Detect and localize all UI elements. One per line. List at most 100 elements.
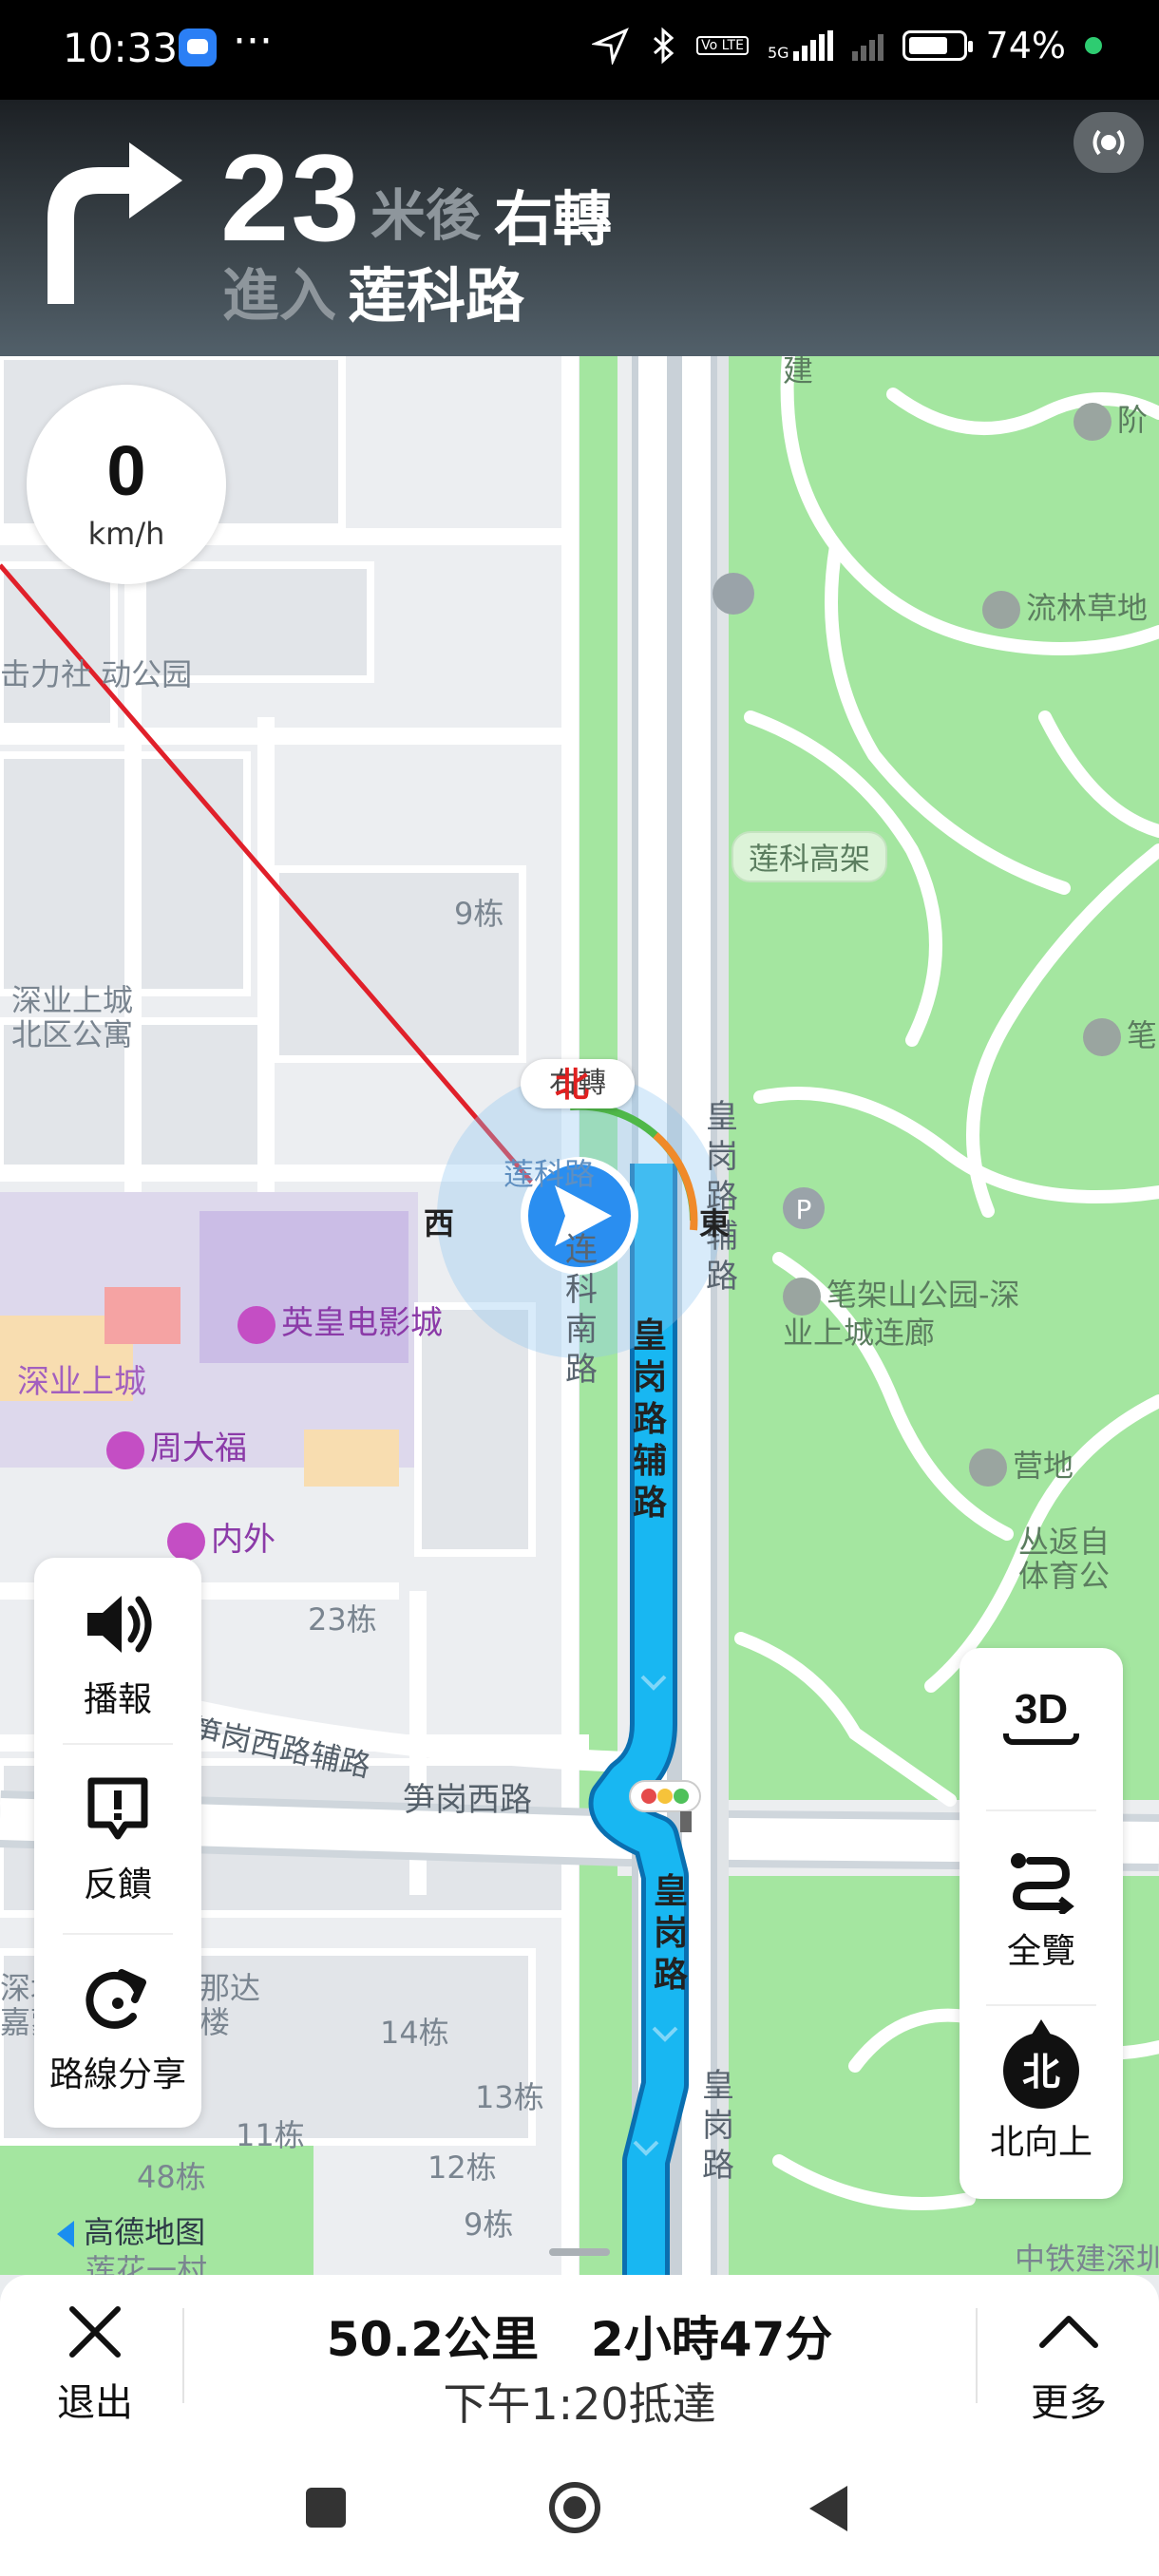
- message-app-icon: [179, 28, 217, 66]
- back-button[interactable]: [809, 2486, 847, 2531]
- share-route-icon: [86, 1969, 146, 2029]
- map-label-building-9b: 9栋: [464, 2207, 514, 2243]
- speedometer: 0 km/h: [27, 385, 226, 584]
- map-label-sports-park: 击力社 动公园: [0, 656, 193, 692]
- right-tool-panel: 3D 全覽 北 北向上: [960, 1648, 1123, 2199]
- signal-5g-icon: 5G: [768, 30, 833, 61]
- map-label-building-12: 12栋: [428, 2150, 497, 2186]
- map-label-building-9: 9栋: [454, 896, 504, 932]
- map-label-building-14: 14栋: [380, 2015, 449, 2051]
- status-bar: 10:33 ··· Vo LTE 5G 74%: [0, 0, 1159, 100]
- navigation-header: 23 米後 右轉 進入 莲科路: [0, 100, 1159, 356]
- shopping-bag-icon: [167, 1522, 205, 1561]
- compass-north-icon: 北: [1003, 2019, 1079, 2109]
- map-label-huanggang-fu: 皇岗路辅路: [632, 1316, 667, 1523]
- status-icons: Vo LTE 5G 74%: [592, 25, 1102, 66]
- turn-action: 右轉: [494, 184, 613, 254]
- share-route-button[interactable]: 路線分享: [34, 1961, 201, 2096]
- speed-unit: km/h: [87, 516, 165, 552]
- clock: 10:33: [63, 25, 179, 71]
- svg-text:P: P: [796, 1194, 812, 1225]
- map-label-nada: 那达 楼: [200, 1970, 261, 2040]
- remaining-distance: 50.2公里: [326, 2312, 540, 2367]
- compass-west: 西: [424, 1205, 455, 1241]
- map-label-building-48: 48栋: [137, 2159, 206, 2195]
- home-button[interactable]: [549, 2482, 600, 2533]
- speaker-waves-icon: [1092, 129, 1125, 156]
- map-label-sungang-west: 笋岗西路: [403, 1781, 532, 1819]
- recents-button[interactable]: [306, 2488, 346, 2528]
- park-icon: [982, 591, 1020, 629]
- compass-east: 東: [699, 1205, 731, 1241]
- map-label-building-11: 11栋: [236, 2117, 305, 2153]
- map-label-bijia: 笔: [1127, 1017, 1158, 1053]
- map-label-building-23: 23栋: [308, 1601, 377, 1638]
- arrival-time: 下午1:20抵達: [443, 2378, 716, 2430]
- remaining-duration: 2小時47分: [590, 2312, 833, 2367]
- map-label-zhongtie: 中铁建深圳: [1015, 2241, 1159, 2275]
- divider: [63, 1743, 173, 1745]
- map-label-jian: 建: [783, 356, 814, 388]
- more-options-button[interactable]: 更多: [1007, 2303, 1130, 2427]
- next-road-name: 莲科路: [348, 261, 525, 331]
- park-icon: [1083, 1018, 1121, 1056]
- map-label-huanggang: 皇岗路: [653, 1872, 688, 1995]
- left-tool-panel: 播報 反饋 路線分享: [34, 1558, 201, 2128]
- divider: [986, 1809, 1096, 1811]
- view-3d-button[interactable]: 3D: [960, 1686, 1123, 1745]
- privacy-indicator: [1085, 37, 1102, 54]
- volte-icon: Vo LTE: [696, 36, 749, 55]
- divider: [986, 2004, 1096, 2006]
- speaker-icon: [87, 1596, 152, 1653]
- trip-summary-bar: 退出 50.2公里 2小時47分 下午1:20抵達 更多: [0, 2275, 1159, 2436]
- speed-value: 0: [106, 431, 146, 510]
- north-up-button[interactable]: 北 北向上: [960, 2019, 1123, 2164]
- battery-icon: [902, 30, 973, 61]
- map-label-lianke-viaduct: 莲科高架: [732, 831, 888, 882]
- panel-drag-handle[interactable]: [549, 2248, 610, 2256]
- route-overview-icon: [1011, 1853, 1074, 1917]
- map-label-a: 阶: [1117, 402, 1149, 438]
- chevron-up-icon: [1039, 2316, 1098, 2348]
- map-label-lianke-south: 连科南路: [565, 1231, 598, 1389]
- feedback-alert-icon: [87, 1777, 148, 1840]
- signal-secondary-icon: [851, 30, 884, 61]
- compass-north: 北: [555, 1066, 590, 1105]
- map-label-building-13: 13栋: [475, 2079, 544, 2115]
- 3d-icon: 3D: [1014, 1686, 1069, 1733]
- voice-toggle-button[interactable]: [1074, 112, 1144, 173]
- bluetooth-icon: [654, 27, 674, 65]
- amap-logo-icon: [40, 2221, 74, 2247]
- shopping-bag-icon: [106, 1430, 144, 1469]
- amap-logo: 高德地图: [40, 2208, 205, 2252]
- system-navigation-bar: [0, 2436, 1159, 2576]
- distance-unit: 米後: [370, 183, 482, 248]
- map-label-lianke-road: 莲科路: [504, 1156, 596, 1192]
- poi-shenye-upper: 深业上城: [17, 1363, 146, 1401]
- park-icon: [969, 1449, 1007, 1487]
- turn-right-arrow-icon: [48, 142, 182, 304]
- location-arrow-icon: [592, 28, 630, 65]
- park-icon: [1074, 403, 1112, 441]
- battery-percent: 74%: [985, 25, 1066, 66]
- overview-button[interactable]: 全覽: [960, 1847, 1123, 1973]
- map-label-congqian: 丛返自 体育公: [1018, 1524, 1111, 1594]
- trip-remaining: 50.2公里 2小時47分: [0, 2301, 1159, 2370]
- poi-emperor-cinema: 英皇电影城: [281, 1304, 443, 1342]
- map-label-huanggang-right: 皇岗路: [702, 2067, 734, 2185]
- broadcast-button[interactable]: 播報: [34, 1586, 201, 1721]
- park-icon: [783, 1278, 821, 1316]
- map-label-huanggang-fu-right: 皇岗路辅路: [706, 1098, 738, 1296]
- poi-neiwai: 内外: [211, 1521, 276, 1559]
- divider: [63, 1933, 173, 1935]
- poi-zhoudafu: 周大福: [150, 1430, 247, 1468]
- cinema-icon: [238, 1305, 276, 1344]
- enter-label: 進入: [222, 263, 336, 330]
- map-label-camp: 营地: [1013, 1448, 1074, 1484]
- feedback-button[interactable]: 反饋: [34, 1771, 201, 1906]
- more-notifications-icon: ···: [233, 17, 273, 66]
- map-label-liulin: 流林草地: [1026, 590, 1149, 626]
- divider: [976, 2308, 978, 2403]
- map-label-shenye-north: 深业上城 北区公寓: [11, 982, 134, 1052]
- turn-distance: 23: [220, 128, 362, 267]
